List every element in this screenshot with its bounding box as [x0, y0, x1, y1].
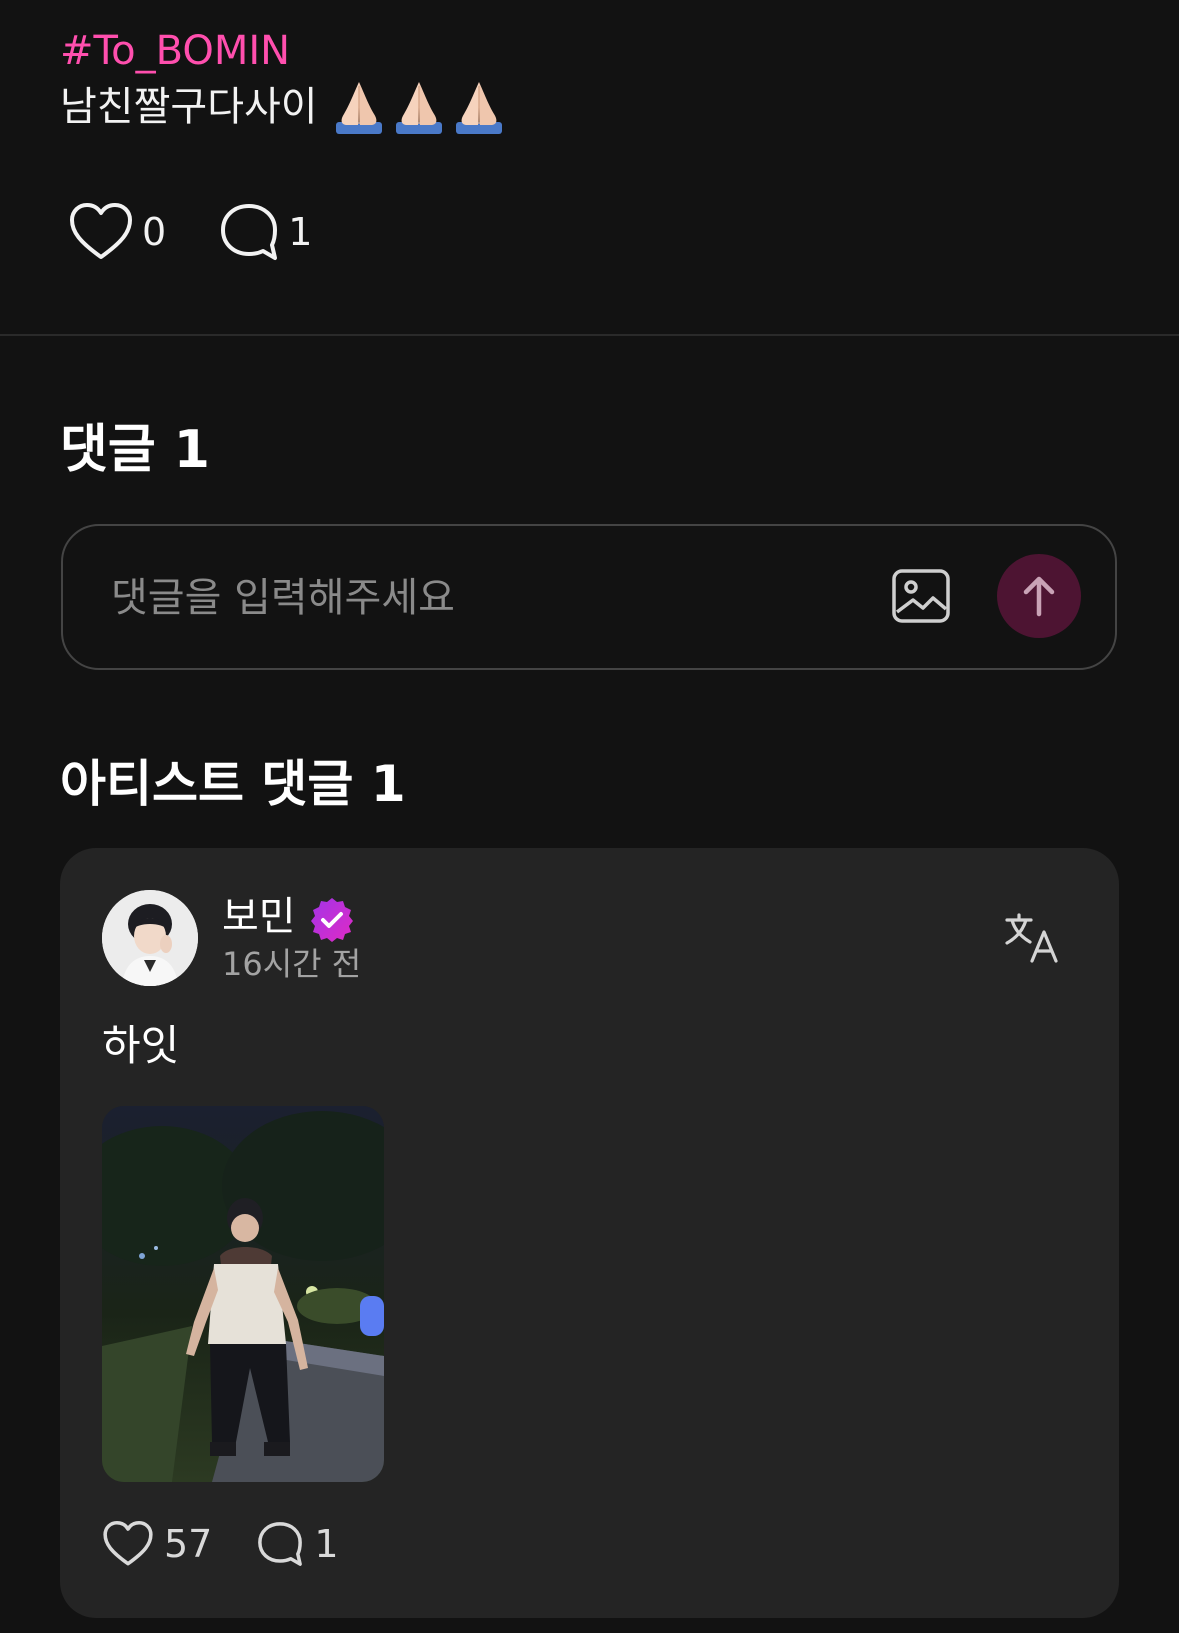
heart-icon [103, 1520, 153, 1566]
image-attach-icon[interactable] [891, 568, 951, 624]
comment-like-button[interactable]: 57 [102, 1520, 212, 1568]
post-like-count: 0 [142, 210, 167, 254]
post-like-button[interactable]: 0 [68, 202, 166, 262]
comment-photo[interactable] [102, 1106, 384, 1482]
folded-hands-emoji [455, 82, 502, 134]
artist-comment-card: 보민 16시간 전 하잇 57 1 [60, 848, 1119, 1618]
verified-badge-icon [311, 898, 353, 942]
comment-text: 하잇 [102, 1021, 180, 1070]
emoji-group [330, 78, 508, 136]
comment-reply-button[interactable]: 1 [256, 1520, 339, 1568]
comment-author[interactable]: 보민 [222, 892, 296, 942]
send-button[interactable] [997, 554, 1081, 638]
post-comment-count: 1 [288, 210, 313, 254]
comment-timestamp: 16시간 전 [222, 945, 362, 983]
post-actions: 0 1 [68, 202, 364, 262]
heart-icon [70, 203, 132, 259]
post-hashtag[interactable]: #To_BOMIN [60, 24, 1120, 78]
comment-reply-count: 1 [314, 1522, 339, 1566]
avatar[interactable] [102, 890, 198, 986]
avatar-image [102, 890, 198, 986]
comment-input[interactable] [111, 570, 811, 626]
comment-actions: 57 1 [102, 1520, 391, 1568]
post-text: 남친짤구다사이 [60, 84, 318, 130]
comment-bubble-icon [258, 1522, 303, 1566]
post-comment-button[interactable]: 1 [218, 202, 312, 262]
folded-hands-emoji [395, 82, 442, 134]
arrow-up-icon [1023, 576, 1055, 617]
comment-bubble-icon [221, 204, 278, 260]
post-text-row: 남친짤구다사이 [60, 78, 1120, 136]
comment-input-box [61, 524, 1117, 670]
post: #To_BOMIN 남친짤구다사이 [60, 24, 1120, 136]
translate-icon[interactable] [1004, 912, 1062, 964]
artist-comments-title: 아티스트 댓글 1 [60, 755, 406, 813]
comment-like-count: 57 [164, 1522, 213, 1566]
folded-hands-emoji [335, 82, 382, 134]
comments-title: 댓글 1 [60, 420, 210, 480]
photo-image [102, 1106, 384, 1482]
divider [0, 334, 1179, 336]
